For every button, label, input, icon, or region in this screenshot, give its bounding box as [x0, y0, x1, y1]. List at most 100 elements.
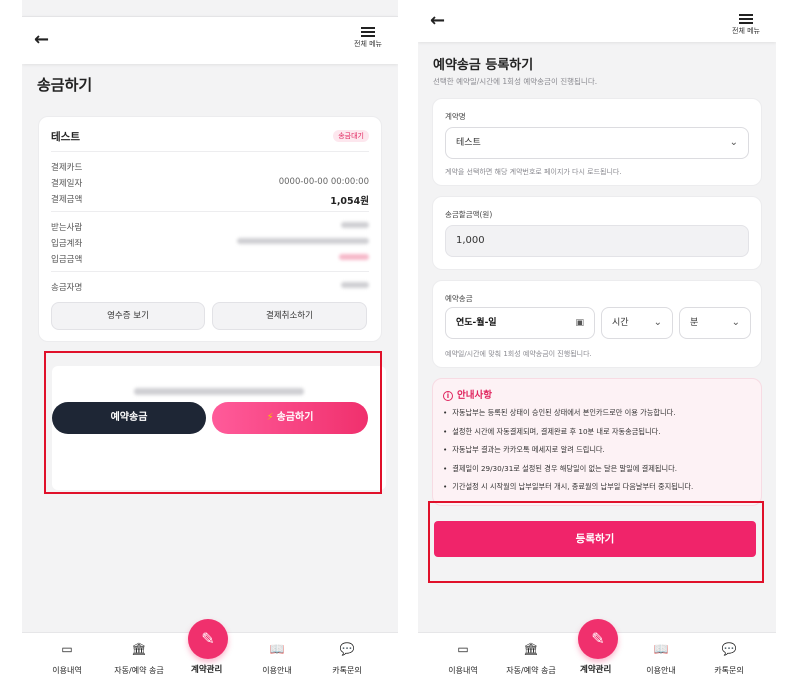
book-icon: 📖	[269, 642, 285, 656]
hour-placeholder: 시간	[612, 318, 629, 328]
minute-placeholder: 분	[690, 318, 699, 328]
detail-label: 결제카드	[51, 163, 83, 173]
page-title: 예약송금 등록하기	[433, 58, 534, 73]
detail-row-account: 입금계좌	[51, 237, 369, 249]
blurred-value	[341, 281, 369, 291]
date-input[interactable]: 연도-월-일 ▣	[445, 307, 595, 339]
top-bar: ← 전체 메뉴	[418, 0, 776, 42]
detail-row-recipient: 받는사람	[51, 221, 369, 233]
bank-icon: 🏛	[131, 642, 147, 656]
left-screen: ← 전체 메뉴 송금하기 테스트 송금대기 결제카드 결제일자 0000-00-…	[22, 0, 398, 684]
nav-usage-history[interactable]: ▭ 이용내역	[32, 641, 102, 676]
nav-label: 이용안내	[262, 666, 292, 675]
notice-title: i 안내사항	[443, 387, 492, 401]
chat-icon: 💬	[339, 642, 355, 656]
contract-label: 계약명	[445, 112, 466, 121]
nav-usage-history[interactable]: ▭ 이용내역	[428, 641, 498, 676]
nav-auto-transfer[interactable]: 🏛 자동/예약 송금	[104, 641, 174, 676]
page-title: 송금하기	[37, 76, 93, 94]
chevron-down-icon: ⌄	[729, 137, 738, 148]
nav-label: 이용안내	[646, 666, 676, 675]
page-subtitle: 선택한 예약일/시간에 1회성 예약송금이 진행됩니다.	[433, 77, 598, 86]
detail-row-date: 결제일자 0000-00-00 00:00:00	[51, 177, 369, 189]
notice-item: 자동납부 결과는 카카오톡 메세지로 알려 드립니다.	[443, 445, 753, 464]
notice-item: 결제일이 29/30/31로 설정된 경우 해당일이 없는 달은 말일에 결제됩…	[443, 464, 753, 483]
divider	[51, 271, 369, 272]
date-placeholder: 연도-월-일	[456, 318, 497, 328]
top-bar: ← 전체 메뉴	[22, 16, 398, 64]
back-arrow-icon[interactable]: ←	[34, 29, 56, 51]
schedule-label: 예약송금	[445, 294, 473, 303]
detail-row-card: 결제카드	[51, 161, 369, 173]
full-menu-label: 전체 메뉴	[354, 40, 382, 48]
notice-box: i 안내사항 자동납부는 등록된 상태이 승인된 상태에서 본인카드로만 이용 가…	[432, 378, 762, 506]
card-icon: ▭	[457, 642, 469, 656]
nav-guide[interactable]: 📖 이용안내	[626, 641, 696, 676]
detail-label: 입금계좌	[51, 239, 83, 249]
nav-kakao-inquiry[interactable]: 💬 카톡문의	[694, 641, 764, 676]
nav-auto-transfer[interactable]: 🏛 자동/예약 송금	[496, 641, 566, 676]
hamburger-icon	[361, 27, 375, 37]
hamburger-icon	[739, 14, 753, 24]
full-menu-button[interactable]: 전체 메뉴	[726, 12, 766, 36]
pencil-icon[interactable]: ✎	[578, 619, 618, 659]
nav-label: 자동/예약 송금	[114, 666, 164, 675]
nav-kakao-inquiry[interactable]: 💬 카톡문의	[312, 641, 382, 676]
chevron-down-icon: ⌄	[731, 317, 740, 328]
pencil-icon[interactable]: ✎	[188, 619, 228, 659]
detail-value: 1,054원	[330, 196, 369, 207]
chat-icon: 💬	[721, 642, 737, 656]
nav-label: 이용내역	[52, 666, 82, 675]
divider	[51, 211, 369, 212]
contract-select[interactable]: 테스트 ⌄	[445, 127, 749, 159]
blurred-value	[237, 237, 369, 247]
detail-label: 입금금액	[51, 255, 83, 265]
highlight-box	[428, 501, 764, 583]
detail-row-deposit: 입금금액	[51, 253, 369, 265]
amount-input[interactable]: 1,000	[445, 225, 749, 257]
cancel-payment-button[interactable]: 결제취소하기	[212, 302, 367, 330]
nav-guide[interactable]: 📖 이용안내	[242, 641, 312, 676]
bank-icon: 🏛	[523, 642, 539, 656]
nav-contract-label[interactable]: 계약관리	[191, 663, 222, 675]
bottom-nav: ▭ 이용내역 🏛 자동/예약 송금 ✎ 계약관리 📖 이용안내 💬 카톡문의	[22, 619, 398, 684]
contract-selected: 테스트	[456, 138, 481, 148]
nav-label: 이용내역	[448, 666, 478, 675]
notice-item: 설정한 시간에 자동결제되며, 결제완료 후 10분 내로 자동송금됩니다.	[443, 427, 753, 446]
contract-help: 계약을 선택하면 해당 계약번호로 페이지가 다시 로드됩니다.	[445, 168, 622, 176]
status-badge: 송금대기	[333, 130, 369, 142]
detail-row-amount: 결제금액 1,054원	[51, 193, 369, 207]
nav-contract-label[interactable]: 계약관리	[580, 663, 611, 675]
divider	[51, 151, 369, 152]
payment-card: 테스트 송금대기 결제카드 결제일자 0000-00-00 00:00:00 결…	[38, 116, 382, 342]
card-icon: ▭	[61, 642, 73, 656]
nav-label: 카톡문의	[332, 666, 362, 675]
contract-section: 계약명 테스트 ⌄ 계약을 선택하면 해당 계약번호로 페이지가 다시 로드됩니…	[432, 98, 762, 186]
bottom-nav: ▭ 이용내역 🏛 자동/예약 송금 ✎ 계약관리 📖 이용안내 💬 카톡문의	[418, 619, 776, 684]
chevron-down-icon: ⌄	[653, 317, 662, 328]
blurred-value	[339, 253, 369, 263]
detail-label: 결제일자	[51, 179, 83, 189]
notice-item: 자동납부는 등록된 상태이 승인된 상태에서 본인카드로만 이용 가능합니다.	[443, 408, 753, 427]
minute-select[interactable]: 분 ⌄	[679, 307, 751, 339]
full-menu-label: 전체 메뉴	[732, 27, 760, 35]
hour-select[interactable]: 시간 ⌄	[601, 307, 673, 339]
detail-label: 송금자명	[51, 283, 83, 293]
blurred-value	[341, 221, 369, 231]
notice-item: 기간설정 시 시작월의 납부일부터 개시, 종료월의 납부일 다음날부터 중지됩…	[443, 482, 753, 501]
back-arrow-icon[interactable]: ←	[430, 10, 452, 32]
nav-label: 카톡문의	[714, 666, 744, 675]
contract-name: 테스트	[51, 131, 80, 143]
notice-title-text: 안내사항	[457, 390, 492, 401]
info-icon: i	[443, 391, 453, 401]
amount-label: 송금할금액(원)	[445, 210, 493, 219]
book-icon: 📖	[653, 642, 669, 656]
nav-label: 자동/예약 송금	[506, 666, 556, 675]
schedule-section: 예약송금 연도-월-일 ▣ 시간 ⌄ 분 ⌄ 예약일/시간에 맞춰 1회성 예약…	[432, 280, 762, 368]
detail-label: 결제금액	[51, 195, 83, 205]
receipt-button[interactable]: 영수증 보기	[51, 302, 205, 330]
highlight-box	[44, 351, 382, 494]
full-menu-button[interactable]: 전체 메뉴	[348, 25, 388, 49]
calendar-icon: ▣	[575, 318, 584, 328]
amount-section: 송금할금액(원) 1,000	[432, 196, 762, 270]
